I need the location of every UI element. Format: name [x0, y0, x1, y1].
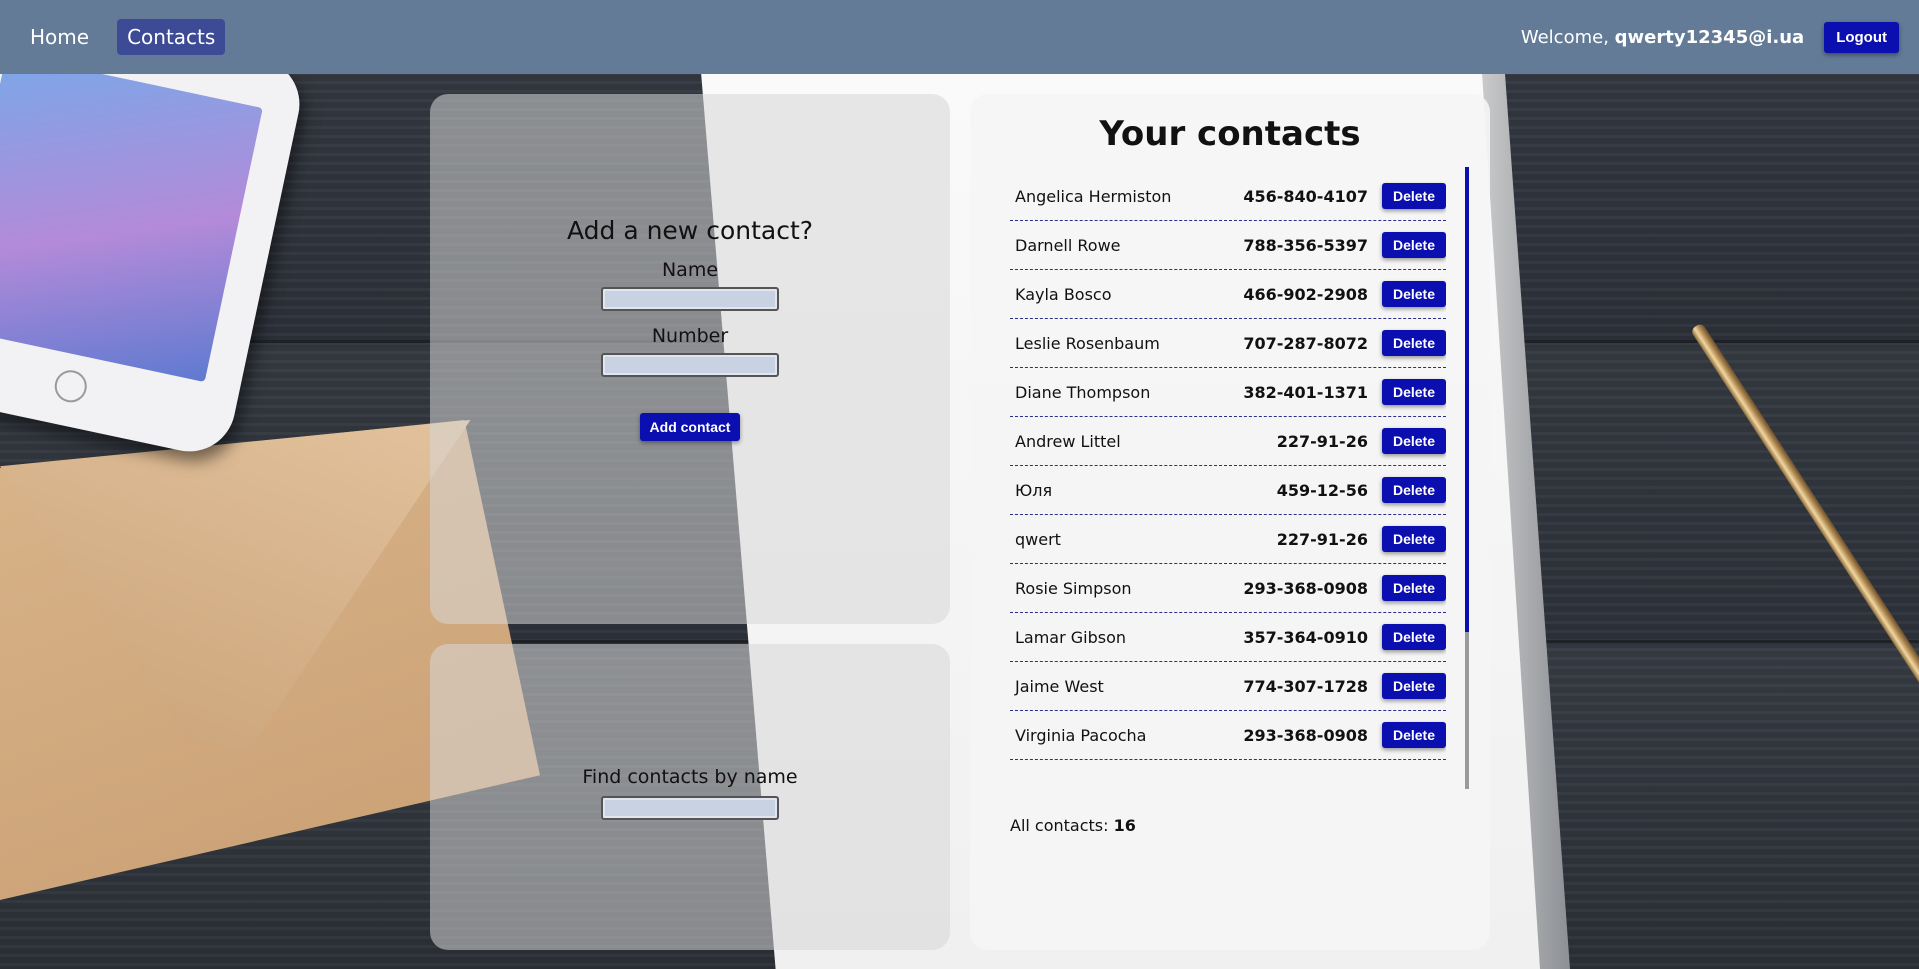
contact-name: Юля	[1015, 480, 1053, 500]
contact-number: 774-307-1728	[1243, 676, 1368, 696]
contacts-title: Your contacts	[1099, 114, 1361, 154]
contact-number: 357-364-0910	[1243, 627, 1368, 647]
add-contact-button[interactable]: Add contact	[639, 413, 741, 441]
contact-item: Jaime West 774-307-1728 Delete	[1010, 662, 1446, 711]
contact-name: Darnell Rowe	[1015, 235, 1121, 255]
contact-list[interactable]: Angelica Hermiston 456-840-4107 Delete Darn…	[1010, 172, 1446, 792]
welcome-text: Welcome, qwerty12345@i.ua	[1521, 27, 1804, 48]
number-input[interactable]	[601, 353, 779, 377]
contact-number: 788-356-5397	[1243, 235, 1368, 255]
delete-contact-button[interactable]: Delete	[1381, 281, 1446, 307]
contact-name: Leslie Rosenbaum	[1015, 333, 1160, 353]
delete-contact-button[interactable]: Delete	[1381, 526, 1446, 552]
contact-item: Darnell Rowe 788-356-5397 Delete	[1010, 221, 1446, 270]
contact-item: Andrew Littel 227-91-26 Delete	[1010, 417, 1446, 466]
total-count: 16	[1113, 816, 1136, 835]
delete-contact-button[interactable]: Delete	[1381, 624, 1446, 650]
logout-button[interactable]: Logout	[1824, 21, 1899, 53]
contacts-total: All contacts: 16	[1010, 816, 1490, 835]
phone-home-button	[51, 367, 90, 406]
contacts-panel: Your contacts Angelica Hermiston 456-840-…	[970, 94, 1490, 950]
contact-item: Leslie Rosenbaum 707-287-8072 Delete	[1010, 319, 1446, 368]
contact-number: 382-401-1371	[1243, 382, 1368, 402]
delete-contact-button[interactable]: Delete	[1381, 477, 1446, 503]
scrollbar-thumb[interactable]	[1465, 167, 1469, 632]
add-contact-panel: Add a new contact? Name Number Add conta…	[430, 94, 950, 624]
contact-item: Kayla Bosco 466-902-2908 Delete	[1010, 270, 1446, 319]
delete-contact-button[interactable]: Delete	[1381, 673, 1446, 699]
contact-name: Virginia Pacocha	[1015, 725, 1147, 745]
contact-number: 459-12-56	[1276, 480, 1368, 500]
contact-item: Rosie Simpson 293-368-0908 Delete	[1010, 564, 1446, 613]
contact-number: 227-91-26	[1276, 529, 1368, 549]
delete-contact-button[interactable]: Delete	[1381, 330, 1446, 356]
phone-screen	[0, 53, 263, 383]
nav-home-link[interactable]: Home	[20, 19, 99, 55]
contact-number: 456-840-4107	[1243, 186, 1368, 206]
contact-list-scrollbar[interactable]	[1465, 167, 1469, 789]
delete-contact-button[interactable]: Delete	[1381, 722, 1446, 748]
delete-contact-button[interactable]: Delete	[1381, 183, 1446, 209]
contact-number: 293-368-0908	[1243, 725, 1368, 745]
contact-number: 227-91-26	[1276, 431, 1368, 451]
name-input[interactable]	[601, 287, 779, 311]
contact-item: Angelica Hermiston 456-840-4107 Delete	[1010, 172, 1446, 221]
welcome-prefix: Welcome,	[1520, 26, 1609, 48]
contact-name: Angelica Hermiston	[1015, 186, 1172, 206]
total-label: All contacts:	[1010, 816, 1109, 835]
contact-number: 707-287-8072	[1243, 333, 1368, 353]
delete-contact-button[interactable]: Delete	[1381, 575, 1446, 601]
name-label: Name	[661, 259, 719, 281]
contact-number: 293-368-0908	[1243, 578, 1368, 598]
contact-item: Diane Thompson 382-401-1371 Delete	[1010, 368, 1446, 417]
contact-item: Lamar Gibson 357-364-0910 Delete	[1010, 613, 1446, 662]
navbar: Home Contacts Welcome, qwerty12345@i.ua …	[0, 0, 1919, 74]
number-label: Number	[651, 325, 729, 347]
contact-name: Kayla Bosco	[1015, 284, 1112, 304]
contact-name: Jaime West	[1015, 676, 1104, 696]
contact-name: Diane Thompson	[1015, 382, 1151, 402]
delete-contact-button[interactable]: Delete	[1381, 379, 1446, 405]
contact-number: 466-902-2908	[1243, 284, 1368, 304]
delete-contact-button[interactable]: Delete	[1381, 428, 1446, 454]
delete-contact-button[interactable]: Delete	[1381, 232, 1446, 258]
filter-input[interactable]	[601, 796, 779, 820]
contact-item: Юля 459-12-56 Delete	[1010, 466, 1446, 515]
user-email: qwerty12345@i.ua	[1614, 26, 1805, 48]
contact-item: qwert 227-91-26 Delete	[1010, 515, 1446, 564]
form-title: Add a new contact?	[566, 216, 814, 245]
contact-name: Rosie Simpson	[1015, 578, 1132, 598]
contact-name: Andrew Littel	[1015, 431, 1121, 451]
contact-name: Lamar Gibson	[1015, 627, 1127, 647]
filter-panel: Find contacts by name	[430, 644, 950, 950]
contact-name: qwert	[1015, 529, 1061, 549]
filter-label: Find contacts by name	[582, 766, 798, 788]
nav-contacts-link[interactable]: Contacts	[117, 19, 226, 55]
user-menu: Welcome, qwerty12345@i.ua Logout	[1521, 21, 1899, 53]
contact-item: Virginia Pacocha 293-368-0908 Delete	[1010, 711, 1446, 760]
